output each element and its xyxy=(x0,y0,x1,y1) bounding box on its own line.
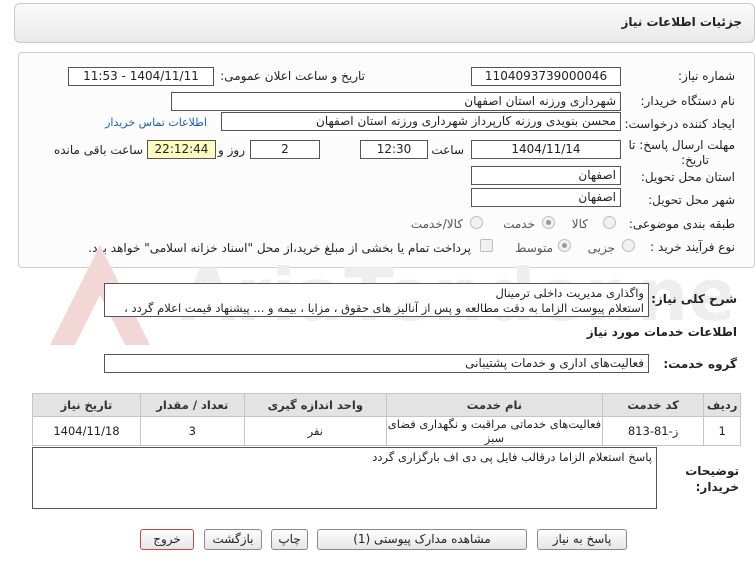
category-option-goods: کالا xyxy=(571,217,588,231)
process-radio-minor[interactable] xyxy=(622,239,635,252)
cell-service-code: ز-81-813 xyxy=(601,416,705,446)
col-header-need-date: تاریخ نیاز xyxy=(32,393,141,417)
deadline-time-field: 12:30 xyxy=(360,140,428,159)
province-label: استان محل تحویل: xyxy=(640,170,735,184)
services-info-title: اطلاعات خدمات مورد نیاز xyxy=(586,325,737,339)
process-option-medium: متوسط xyxy=(515,241,553,255)
service-group-field: فعالیت‌های اداری و خدمات پشتیبانی xyxy=(104,354,649,373)
process-type-label: نوع فرآیند خرید : xyxy=(650,240,735,254)
service-group-label: گروه خدمت: xyxy=(663,357,737,371)
reply-button[interactable]: پاسخ به نیاز xyxy=(537,529,627,550)
day-and-label: روز و xyxy=(218,143,245,157)
general-desc-line2: استعلام پیوست الزاما به دقت مطالعه و پس … xyxy=(124,301,644,315)
category-option-goods-service: کالا/خدمت xyxy=(410,217,463,231)
print-button[interactable]: چاپ xyxy=(271,529,308,550)
time-left-field: 22:12:44 xyxy=(147,140,216,159)
col-header-row-num: ردیف xyxy=(703,393,741,417)
category-label: طبقه بندی موضوعی: xyxy=(628,217,735,231)
need-number-label: شماره نیاز: xyxy=(678,69,735,83)
category-radio-goods[interactable] xyxy=(603,216,616,229)
treasury-checkbox[interactable] xyxy=(480,239,493,252)
treasury-note: پرداخت تمام یا بخشی از مبلغ خرید،از محل … xyxy=(88,241,471,255)
general-desc-line1: واگذاری مدیریت داخلی ترمینال xyxy=(495,286,644,300)
city-label: شهر محل تحویل: xyxy=(648,193,735,207)
page-title: جزئیات اطلاعات نیاز xyxy=(621,15,742,29)
deadline-label-date: تاریخ: xyxy=(681,153,709,167)
exit-button[interactable]: خروج xyxy=(140,529,194,550)
city-field: اصفهان xyxy=(471,188,621,207)
buyer-notes-label-2: خریدار: xyxy=(695,480,739,494)
category-option-service: خدمت xyxy=(503,217,535,231)
buyer-contact-link[interactable]: اطلاعات تماس خریدار xyxy=(105,116,207,129)
general-desc-label: شرح کلی نیاز: xyxy=(651,292,737,306)
deadline-date-field: 1404/11/14 xyxy=(471,140,621,159)
table-row: 1 ز-81-813 فعالیت‌های خدماتی مراقبت و نگ… xyxy=(32,416,741,446)
services-table: ردیف کد خدمت نام خدمت واحد اندازه گیری ت… xyxy=(32,393,741,446)
buyer-notes-box: پاسخ استعلام الزاما درقالب فایل پی دی اف… xyxy=(32,447,657,509)
deadline-label: مهلت ارسال پاسخ: تا xyxy=(628,138,735,152)
days-left-field: 2 xyxy=(250,140,320,159)
province-field: اصفهان xyxy=(471,166,621,185)
cell-row-num: 1 xyxy=(703,416,741,446)
process-radio-medium[interactable] xyxy=(558,239,571,252)
need-number-field: 1104093739000046 xyxy=(471,67,621,86)
deadline-hour-label: ساعت xyxy=(431,143,464,157)
buyer-org-field: شهرداری ورزنه استان اصفهان xyxy=(171,92,621,111)
buyer-org-label: نام دستگاه خریدار: xyxy=(640,94,736,108)
col-header-service-name: نام خدمت xyxy=(386,393,603,417)
cell-need-date: 1404/11/18 xyxy=(32,416,141,446)
general-desc-box: واگذاری مدیریت داخلی ترمینال استعلام پیو… xyxy=(104,283,649,317)
announce-datetime-field: 1404/11/11 - 11:53 xyxy=(68,67,214,86)
category-radio-service[interactable] xyxy=(542,216,555,229)
hours-left-label: ساعت باقی مانده xyxy=(53,143,143,157)
category-radio-goods-service[interactable] xyxy=(470,216,483,229)
requester-label: ایجاد کننده درخواست: xyxy=(624,117,735,131)
process-option-minor: جزیی xyxy=(587,241,615,255)
cell-quantity: 3 xyxy=(139,416,245,446)
attachments-button[interactable]: مشاهده مدارک پیوستی (1) xyxy=(317,529,527,550)
announce-datetime-label: تاریخ و ساعت اعلان عمومی: xyxy=(220,69,365,83)
table-header-row: ردیف کد خدمت نام خدمت واحد اندازه گیری ت… xyxy=(32,393,741,417)
col-header-unit: واحد اندازه گیری xyxy=(243,393,388,417)
buyer-notes-label: توضیحات xyxy=(685,464,739,478)
requester-field: محسن بنویدی ورزنه کارپرداز شهرداری ورزنه… xyxy=(221,112,621,131)
col-header-service-code: کد خدمت xyxy=(601,393,705,417)
back-button[interactable]: بازگشت xyxy=(204,529,262,550)
col-header-quantity: تعداد / مقدار xyxy=(139,393,245,417)
cell-unit: نفر xyxy=(243,416,388,446)
cell-service-name: فعالیت‌های خدماتی مراقبت و نگهداری فضای … xyxy=(386,416,603,446)
page-header: جزئیات اطلاعات نیاز xyxy=(14,3,755,43)
